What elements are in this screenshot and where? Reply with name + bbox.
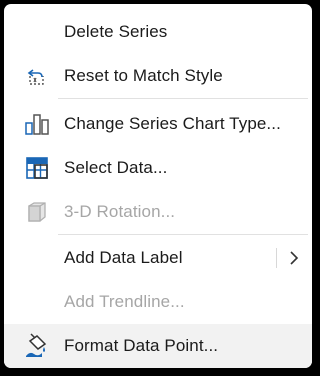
context-menu: Delete Series Reset to Match Style Chang… [4,4,312,368]
cube-3d-icon [24,200,50,224]
menu-item-add-trendline[interactable]: Add Trendline... [4,282,312,322]
menu-item-label: Select Data... [64,158,168,177]
chevron-right-icon[interactable] [288,249,300,267]
menu-item-label: Add Trendline... [64,292,185,311]
menu-item-label: Change Series Chart Type... [64,114,281,133]
select-data-grid-icon [24,156,50,180]
menu-item-add-data-label[interactable]: Add Data Label [4,238,312,278]
reset-style-icon [24,64,50,88]
bar-chart-icon [24,112,50,136]
menu-item-label: Reset to Match Style [64,66,223,85]
menu-separator [58,234,308,235]
menu-separator [58,98,308,99]
menu-item-delete-series[interactable]: Delete Series [4,12,312,52]
submenu-divider [276,248,277,268]
menu-item-label: 3-D Rotation... [64,202,176,221]
menu-item-format-data-point[interactable]: Format Data Point... [4,324,312,368]
menu-item-label: Delete Series [64,22,168,41]
menu-item-reset-to-match-style[interactable]: Reset to Match Style [4,56,312,96]
menu-item-3d-rotation[interactable]: 3-D Rotation... [4,192,312,232]
menu-item-select-data[interactable]: Select Data... [4,148,312,188]
menu-item-change-series-chart-type[interactable]: Change Series Chart Type... [4,104,312,144]
menu-item-label: Add Data Label [64,248,183,267]
menu-item-label: Format Data Point... [64,336,219,355]
paint-bucket-icon [24,333,50,358]
